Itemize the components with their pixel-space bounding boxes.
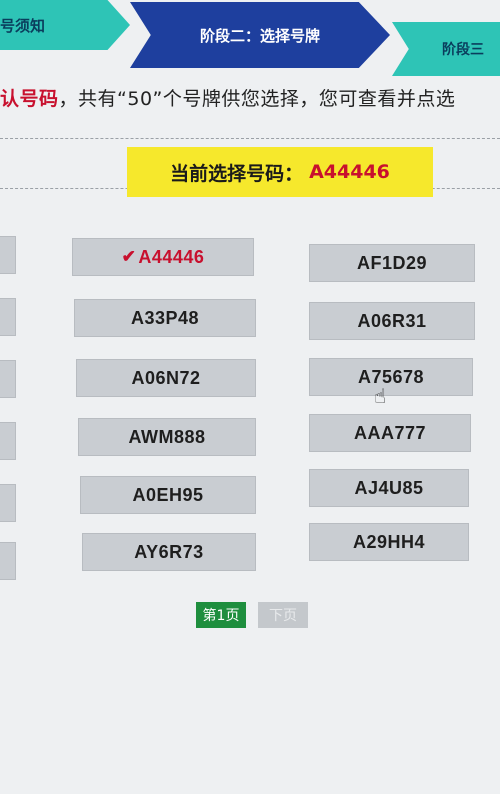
stage-3-label: 阶段三 bbox=[442, 42, 484, 58]
plate-option[interactable]: AY6R73 bbox=[82, 533, 256, 571]
plate-number: AAA777 bbox=[353, 422, 427, 443]
next-page-label: 下页 bbox=[269, 608, 297, 624]
plate-number: A75678 bbox=[357, 366, 425, 387]
current-selection-label: 当前选择号码： bbox=[170, 162, 304, 185]
plate-number: A44446 bbox=[138, 246, 205, 267]
current-selection-banner: 当前选择号码： A44446 bbox=[127, 147, 433, 197]
plate-option[interactable]: AAA777 bbox=[309, 414, 471, 452]
stage-2-label: 阶段二：选择号牌 bbox=[199, 26, 320, 45]
check-icon: ✔ bbox=[121, 247, 137, 266]
plate-number: AWM888 bbox=[128, 426, 206, 447]
instruction-body: ，共有“50”个号牌供您选择，您可查看并点选 bbox=[58, 88, 456, 110]
plate-number: AF1D29 bbox=[356, 252, 428, 273]
plate-offscreen[interactable] bbox=[0, 236, 16, 274]
page-1-label: 第1页 bbox=[202, 608, 240, 624]
plate-number: A33P48 bbox=[130, 307, 200, 328]
plate-offscreen[interactable] bbox=[0, 542, 16, 580]
plate-option[interactable]: A75678 bbox=[309, 358, 473, 396]
plate-option-selected[interactable]: ✔ A44446 bbox=[72, 238, 254, 276]
next-page-button[interactable]: 下页 bbox=[258, 602, 308, 628]
plate-option[interactable]: A33P48 bbox=[74, 299, 256, 337]
instruction-text: 认号码，共有“50”个号牌供您选择，您可查看并点选 bbox=[0, 84, 500, 111]
plate-number: A29HH4 bbox=[352, 531, 426, 552]
plate-option[interactable]: A0EH95 bbox=[80, 476, 256, 514]
plate-number: A0EH95 bbox=[132, 484, 204, 505]
stage-1-label: 号须知 bbox=[0, 16, 46, 35]
plate-option[interactable]: A06R31 bbox=[309, 302, 475, 340]
hand-pointer-icon: ☝ bbox=[374, 384, 387, 408]
stage-2-tab: 阶段二：选择号牌 bbox=[130, 2, 390, 68]
plate-offscreen[interactable] bbox=[0, 484, 16, 522]
plate-option[interactable]: AJ4U85 bbox=[309, 469, 469, 507]
plate-offscreen[interactable] bbox=[0, 298, 16, 336]
stage-1-tab: 号须知 bbox=[0, 0, 130, 50]
plate-number: A06N72 bbox=[131, 367, 201, 388]
divider-top bbox=[0, 138, 500, 139]
plate-number: A06R31 bbox=[357, 310, 427, 331]
stage-progress-bar: 号须知 阶段二：选择号牌 阶段三 bbox=[0, 0, 500, 80]
plate-offscreen[interactable] bbox=[0, 360, 16, 398]
plate-number: AJ4U85 bbox=[354, 477, 424, 498]
current-selection-value: A44446 bbox=[309, 161, 390, 183]
stage-3-tab: 阶段三 bbox=[392, 22, 500, 76]
plate-option[interactable]: A29HH4 bbox=[309, 523, 469, 561]
plate-option[interactable]: AWM888 bbox=[78, 418, 256, 456]
plate-option[interactable]: AF1D29 bbox=[309, 244, 475, 282]
plate-option[interactable]: A06N72 bbox=[76, 359, 256, 397]
plate-offscreen[interactable] bbox=[0, 422, 16, 460]
plate-number: AY6R73 bbox=[134, 541, 204, 562]
page-1-button[interactable]: 第1页 bbox=[196, 602, 246, 628]
instruction-highlight: 认号码 bbox=[0, 88, 59, 110]
